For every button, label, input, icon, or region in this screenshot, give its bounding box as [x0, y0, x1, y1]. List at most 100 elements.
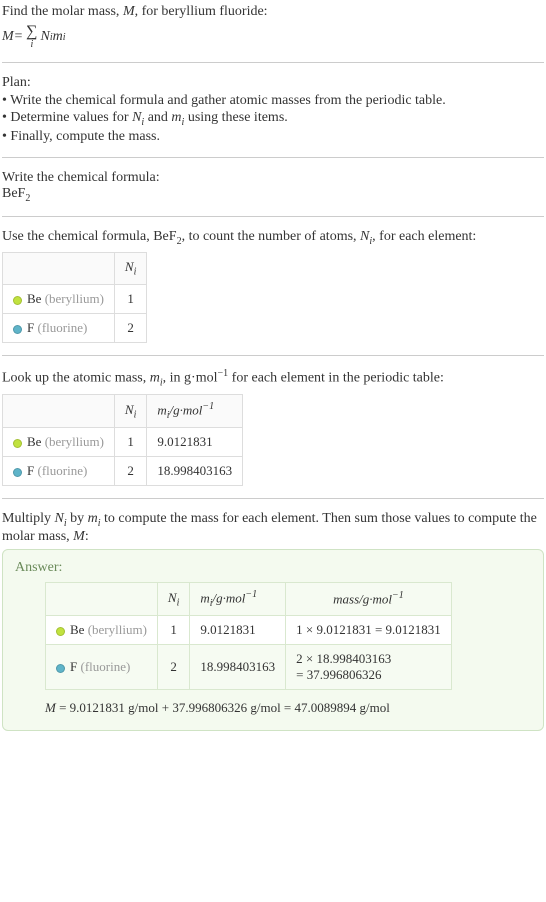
th-N-sub: i	[134, 410, 137, 421]
count-cell: 2	[157, 645, 189, 690]
step-multiply: Multiply Ni by mi to compute the mass fo…	[2, 511, 544, 731]
mass-cell: 9.0121831	[147, 428, 243, 457]
table-header-row: Ni mi/g·mol−1 mass/g·mol−1	[46, 583, 452, 616]
s2-mid: , to count the number of atoms,	[182, 229, 360, 244]
th-m-exp: −1	[202, 401, 214, 412]
element-symbol: F	[70, 659, 77, 674]
formula-base: BeF	[2, 186, 25, 201]
count-cell: 1	[157, 616, 189, 645]
table-row: F (fluorine) 2 18.998403163	[3, 457, 243, 486]
element-dot-icon	[13, 325, 22, 334]
th-blank	[3, 253, 115, 285]
step-lookup-mass: Look up the atomic mass, mi, in g·mol−1 …	[2, 368, 544, 486]
intro-post: , for beryllium fluoride:	[135, 4, 268, 19]
table-row: Be (beryllium) 1 9.0121831	[3, 428, 243, 457]
s2-N: N	[360, 229, 369, 244]
th-m: mi/g·mol−1	[147, 395, 243, 428]
element-symbol: F	[27, 320, 34, 335]
th-N: Ni	[114, 395, 146, 428]
plan-section: Plan: • Write the chemical formula and g…	[2, 75, 544, 145]
s3-post: for each element in the periodic table:	[228, 371, 444, 386]
s2-pre: Use the chemical formula,	[2, 229, 153, 244]
element-name: (beryllium)	[45, 291, 104, 306]
step3-text: Look up the atomic mass, mi, in g·mol−1 …	[2, 368, 544, 388]
molar-mass-equation: M = ∑ i Ni mi	[2, 24, 544, 50]
divider	[2, 216, 544, 217]
calc-line2: = 37.996806326	[296, 667, 381, 682]
plan-item: • Determine values for Ni and mi using t…	[2, 110, 544, 128]
count-cell: 1	[114, 428, 146, 457]
table-header-row: Ni	[3, 253, 147, 285]
element-cell: F (fluorine)	[3, 313, 115, 342]
th-N-sub: i	[134, 267, 137, 278]
th-m-exp: −1	[245, 589, 257, 600]
answer-label: Answer:	[15, 560, 531, 576]
eq-m-sub: i	[63, 32, 66, 43]
s2-formula: BeF	[153, 229, 176, 244]
s4-M: M	[73, 529, 85, 544]
th-N-sym: N	[125, 402, 134, 417]
th-m-sym: m	[200, 590, 209, 605]
element-dot-icon	[13, 439, 22, 448]
th-m-sym: m	[157, 403, 166, 418]
element-name: (fluorine)	[80, 659, 130, 674]
s2-post: , for each element:	[372, 229, 476, 244]
plan2-mid: and	[144, 110, 171, 125]
sigma-icon: ∑ i	[26, 24, 37, 50]
answer-table: Ni mi/g·mol−1 mass/g·mol−1 Be (beryllium…	[45, 582, 452, 690]
th-blank	[46, 583, 158, 616]
element-symbol: Be	[27, 291, 41, 306]
answer-box: Answer: Ni mi/g·mol−1 mass/g·mol−1 Be (b…	[2, 549, 544, 731]
step-write-formula: Write the chemical formula: BeF2	[2, 170, 544, 204]
element-cell: F (fluorine)	[46, 645, 158, 690]
step2-text: Use the chemical formula, BeF2, to count…	[2, 229, 544, 247]
final-M: M	[45, 700, 56, 715]
table-row: Be (beryllium) 1	[3, 284, 147, 313]
element-symbol: Be	[27, 434, 41, 449]
s4-colon: :	[85, 529, 89, 544]
th-m-unit: /g·mol	[170, 403, 203, 418]
atomic-mass-table: Ni mi/g·mol−1 Be (beryllium) 1 9.0121831…	[2, 394, 243, 486]
s4-N: N	[55, 511, 64, 526]
calc-cell: 2 × 18.998403163= 37.996806326	[286, 645, 452, 690]
th-N-sym: N	[168, 590, 177, 605]
s4-by: by	[67, 511, 88, 526]
plan-heading: Plan:	[2, 75, 544, 91]
divider	[2, 355, 544, 356]
element-symbol: Be	[70, 622, 84, 637]
th-N: Ni	[157, 583, 189, 616]
count-cell: 2	[114, 457, 146, 486]
step1-heading: Write the chemical formula:	[2, 170, 544, 186]
s3-m: m	[150, 371, 160, 386]
plan-item: • Write the chemical formula and gather …	[2, 93, 544, 109]
divider	[2, 498, 544, 499]
divider	[2, 62, 544, 63]
plan2-post: using these items.	[184, 110, 287, 125]
chemical-formula: BeF2	[2, 186, 544, 204]
th-m: mi/g·mol−1	[190, 583, 286, 616]
element-cell: F (fluorine)	[3, 457, 115, 486]
intro-M: M	[123, 4, 135, 19]
table-header-row: Ni mi/g·mol−1	[3, 395, 243, 428]
th-N-sub: i	[177, 597, 180, 608]
s3-mid: , in g·mol	[163, 371, 218, 386]
element-name: (fluorine)	[37, 320, 87, 335]
plan2-pre: • Determine values for	[2, 110, 132, 125]
final-equation: M = 9.0121831 g/mol + 37.996806326 g/mol…	[45, 700, 531, 716]
element-name: (beryllium)	[45, 434, 104, 449]
s4-m: m	[88, 511, 98, 526]
element-dot-icon	[13, 296, 22, 305]
formula-sub: 2	[25, 193, 30, 204]
table-row: F (fluorine) 2 18.998403163 2 × 18.99840…	[46, 645, 452, 690]
mi-cell: 18.998403163	[190, 645, 286, 690]
calc-cell: 1 × 9.0121831 = 9.0121831	[286, 616, 452, 645]
element-cell: Be (beryllium)	[3, 284, 115, 313]
element-name: (fluorine)	[37, 463, 87, 478]
element-cell: Be (beryllium)	[46, 616, 158, 645]
s3-exp: −1	[218, 368, 229, 379]
count-cell: 1	[114, 284, 146, 313]
element-dot-icon	[13, 468, 22, 477]
plan-list: • Write the chemical formula and gather …	[2, 93, 544, 145]
th-m-unit: /g·mol	[213, 590, 246, 605]
step-count-atoms: Use the chemical formula, BeF2, to count…	[2, 229, 544, 343]
